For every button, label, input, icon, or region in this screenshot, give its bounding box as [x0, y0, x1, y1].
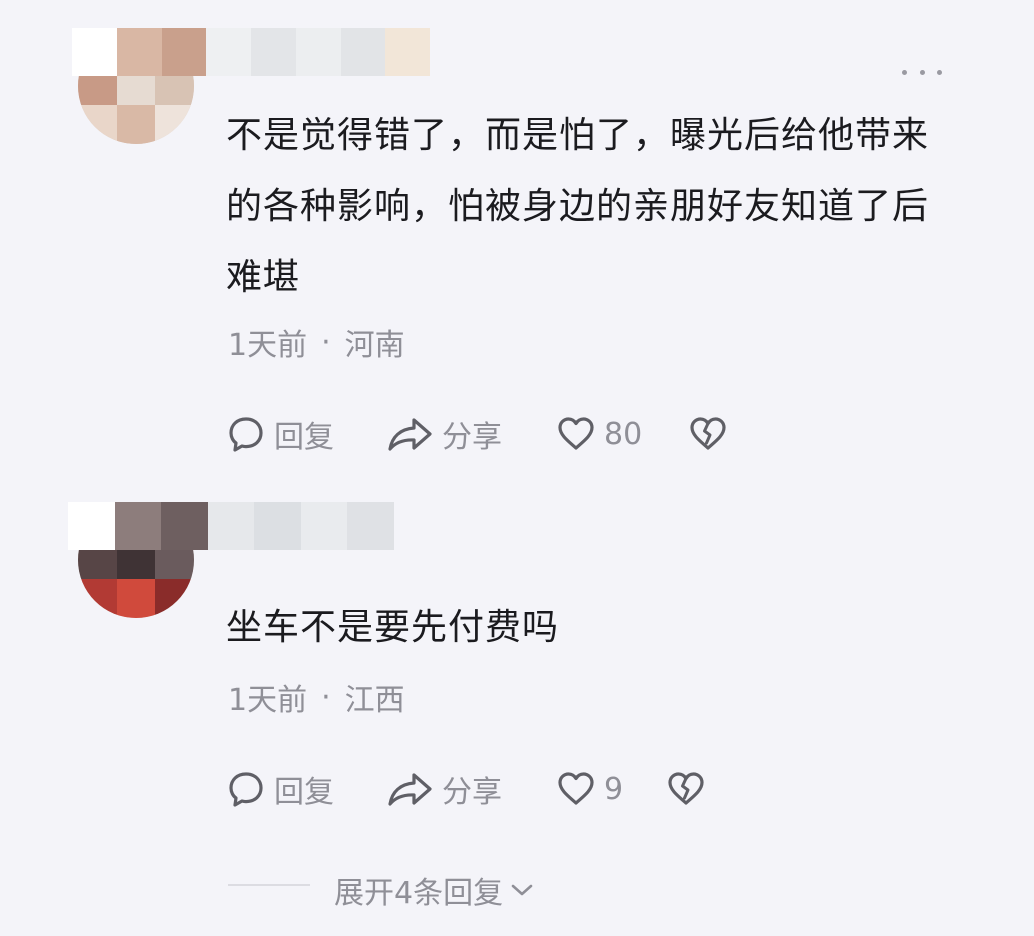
expand-replies-row: 展开4条回复 — [0, 860, 1034, 920]
like-button[interactable]: 9 — [556, 769, 666, 809]
like-button[interactable]: 80 — [556, 414, 688, 454]
heart-icon — [558, 772, 594, 805]
meta-separator: · — [321, 324, 331, 360]
share-button[interactable]: 分享 — [386, 412, 556, 456]
share-button[interactable]: 分享 — [386, 767, 556, 811]
reply-label: 回复 — [274, 420, 334, 455]
dislike-button[interactable] — [688, 414, 728, 454]
comment-meta: 1天前 · 河南 — [228, 320, 405, 364]
comment-location: 江西 — [344, 683, 405, 718]
expand-replies-label: 展开4条回复 — [334, 876, 504, 911]
reply-label: 回复 — [274, 775, 334, 810]
divider-line — [228, 884, 310, 886]
comment-time: 1天前 — [228, 683, 308, 718]
username-blurred[interactable] — [68, 502, 394, 550]
share-arrow-icon — [388, 773, 432, 806]
comment-location: 河南 — [344, 328, 405, 363]
share-label: 分享 — [442, 775, 502, 810]
comment-time: 1天前 — [228, 328, 308, 363]
reply-button[interactable]: 回复 — [226, 767, 386, 811]
comment-actions: 回复 分享 80 — [226, 410, 728, 458]
comment-list: 不是觉得错了，而是怕了，曝光后给他带来的各种影响，怕被身边的亲朋好友知道了后难堪… — [0, 0, 1034, 936]
like-count: 80 — [604, 416, 643, 452]
broken-heart-icon — [690, 417, 726, 450]
comment-text: 不是觉得错了，而是怕了，曝光后给他带来的各种影响，怕被身边的亲朋好友知道了后难堪 — [226, 115, 930, 298]
meta-separator: · — [321, 679, 331, 715]
comment-item: 坐车不是要先付费吗 1天前 · 江西 回复 分享 9 — [0, 480, 1034, 825]
expand-replies-button[interactable]: 展开4条回复 — [334, 868, 535, 912]
comment-meta: 1天前 · 江西 — [228, 675, 405, 719]
speech-bubble-icon — [229, 772, 263, 807]
comment-item: 不是觉得错了，而是怕了，曝光后给他带来的各种影响，怕被身边的亲朋好友知道了后难堪… — [0, 0, 1034, 480]
speech-bubble-icon — [229, 417, 263, 452]
more-dots-icon[interactable] — [902, 62, 942, 82]
chevron-down-icon — [511, 884, 533, 896]
like-count: 9 — [604, 771, 624, 807]
comment-text: 坐车不是要先付费吗 — [226, 607, 560, 648]
broken-heart-icon — [668, 772, 704, 805]
share-arrow-icon — [388, 418, 432, 451]
username-blurred[interactable] — [72, 28, 430, 76]
heart-icon — [558, 417, 594, 450]
dislike-button[interactable] — [666, 769, 706, 809]
share-label: 分享 — [442, 420, 502, 455]
comment-actions: 回复 分享 9 — [226, 765, 706, 813]
reply-button[interactable]: 回复 — [226, 412, 386, 456]
